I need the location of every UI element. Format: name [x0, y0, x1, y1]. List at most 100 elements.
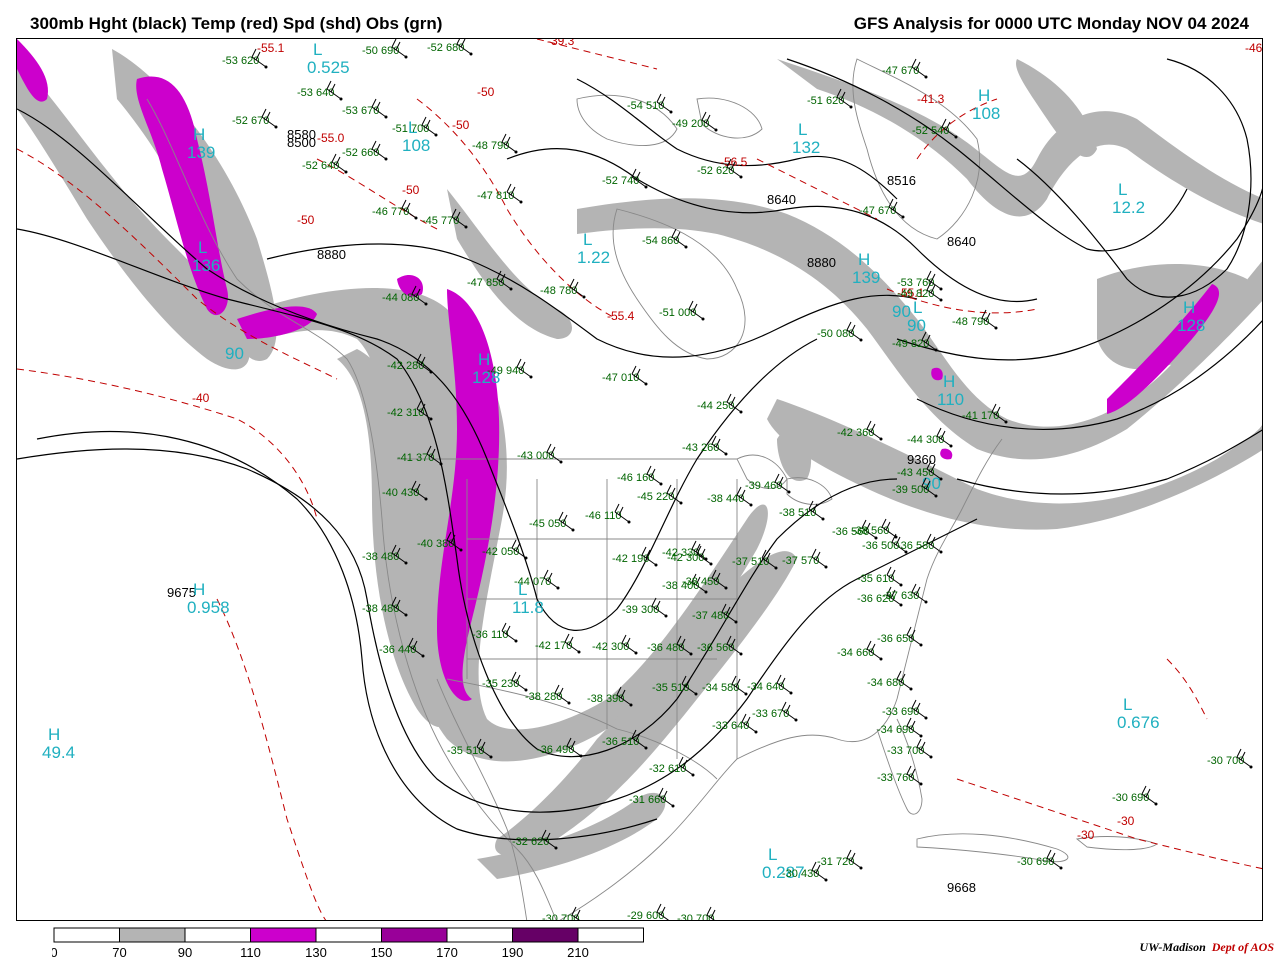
station-observation: -42 300 [592, 634, 638, 655]
station-observation: -43 260 [682, 435, 728, 456]
station-observation: -33 670 [752, 701, 798, 722]
station-observation: -45 050 [529, 511, 575, 532]
station-observation: -33 700 [887, 738, 933, 759]
station-obs-text: -49 820 [892, 338, 929, 350]
legend-tick-label: 90 [178, 945, 192, 958]
temp-contour-8 [216, 598, 327, 920]
station-obs-text: -45 050 [529, 518, 566, 530]
pressure-center-value: 110 [937, 390, 964, 409]
pressure-center-value: 0.958 [187, 598, 230, 617]
station-obs-text: -38 390 [587, 693, 624, 705]
temperature-label: -30 [1077, 828, 1095, 842]
station-obs-text: -52 620 [697, 165, 734, 177]
station-obs-text: -31 660 [629, 794, 666, 806]
station-obs-text: -38 510 [779, 507, 816, 519]
station-observation: -30 700 [677, 906, 716, 920]
station-obs-text: -37 480 [692, 610, 729, 622]
station-observation: -31 720 [817, 849, 863, 870]
station-obs-text: -49 200 [672, 118, 709, 130]
station-obs-text: -36 580 [897, 540, 934, 552]
station-obs-text: -33 670 [752, 708, 789, 720]
speed-legend: 0 70 90 110 130 150 170 190 210 [50, 926, 652, 963]
station-obs-text: -39 460 [745, 480, 782, 492]
station-obs-text: -31 720 [817, 856, 854, 868]
station-obs-text: -38 480 [362, 551, 399, 563]
station-obs-text: -42 310 [387, 407, 424, 419]
pressure-center-letter: L [1123, 695, 1132, 714]
station-obs-text: -44 080 [382, 292, 419, 304]
station-observation: -31 660 [629, 787, 675, 808]
chart-title: 300mb Hght (black) Temp (red) Spd (shd) … [30, 14, 443, 33]
station-obs-text: -34 680 [867, 677, 904, 689]
station-obs-text: -48 790 [472, 140, 509, 152]
pressure-center-value: 108 [402, 136, 430, 155]
station-obs-text: -42 300 [592, 641, 629, 653]
temperature-label: -46 [1245, 41, 1263, 55]
pressure-center-value: 0.525 [307, 58, 350, 77]
station-observation: -37 630 [882, 583, 928, 604]
pressure-center-letter: L [913, 298, 922, 317]
station-obs-text: -42 190 [612, 553, 649, 565]
station-obs-text: -33 700 [887, 745, 924, 757]
station-observation: -48 790 [472, 133, 518, 154]
station-observation: -43 000 [517, 443, 563, 464]
station-observation: -48 780 [540, 278, 586, 299]
credit-university: UW-Madison [1139, 940, 1206, 954]
station-observation: -42 170 [535, 633, 581, 654]
station-obs-text: -33 640 [712, 720, 749, 732]
pressure-center-value: 132 [792, 138, 820, 157]
legend-swatch [512, 927, 579, 943]
station-obs-text: -38 440 [707, 493, 744, 505]
station-obs-text: -53 640 [297, 87, 334, 99]
station-observation: -30 700 [1207, 748, 1253, 769]
height-label: 9668 [947, 880, 976, 895]
station-observation: -39 460 [745, 473, 791, 494]
legend-tick-label: 150 [371, 945, 393, 958]
station-observation: -52 640 [302, 153, 348, 174]
station-observation: -35 230 [482, 671, 528, 692]
station-obs-text: -34 640 [747, 681, 784, 693]
station-observation: -46 770 [372, 199, 418, 220]
height-label: 8880 [807, 255, 836, 270]
station-obs-text: -45 770 [422, 215, 459, 227]
temperature-label: -41.3 [917, 92, 945, 106]
legend-tick-label: 170 [436, 945, 458, 958]
station-observation: -46 110 [585, 503, 631, 524]
station-observation: -53 640 [297, 80, 343, 101]
station-obs-text: -44 300 [907, 434, 944, 446]
station-observation: -36 580 [897, 533, 943, 554]
height-contour-4 [36, 430, 658, 841]
temperature-label: -30 [1117, 814, 1135, 828]
temperature-label: -50 [402, 183, 420, 197]
station-observation: -32 610 [649, 756, 695, 777]
station-obs-text: -39 300 [622, 604, 659, 616]
temperature-label: -39.3 [547, 39, 575, 48]
pressure-center-value: 136 [192, 256, 220, 275]
station-observation: -52 740 [602, 168, 648, 189]
station-obs-text: -36 650 [877, 633, 914, 645]
station-obs-text: -35 610 [857, 573, 894, 585]
station-obs-text: -50 690 [362, 45, 399, 57]
station-observation: -46 160 [617, 465, 663, 486]
temp-contour-2 [17, 368, 318, 520]
station-obs-text: -38 480 [362, 603, 399, 615]
jet-atlantic [767, 399, 1262, 530]
station-observation: -49 200 [672, 111, 718, 132]
station-obs-text: -33 760 [877, 772, 914, 784]
station-obs-text: -46 110 [585, 510, 622, 522]
station-obs-text: -29 600 [627, 910, 664, 921]
station-obs-text: -32 620 [512, 836, 549, 848]
station-observation: -47 670 [882, 58, 928, 79]
pressure-center-letter: L [1118, 180, 1127, 199]
model-run-label: GFS Analysis for 0000 UTC Monday NOV 04 … [853, 14, 1249, 33]
station-observation: -48 790 [952, 309, 998, 330]
pressure-center-letter: H [48, 725, 60, 744]
pressure-center-letter: L [313, 40, 322, 59]
station-obs-text: -54 860 [642, 235, 679, 247]
station-obs-text: -53 620 [222, 55, 259, 67]
temperature-label: -55.1 [257, 41, 285, 55]
station-observation: -30 700 [542, 906, 581, 920]
station-obs-text: -36 560 [697, 642, 734, 654]
station-observation: -30 690 [1112, 785, 1158, 806]
station-obs-text: -45 220 [637, 491, 674, 503]
